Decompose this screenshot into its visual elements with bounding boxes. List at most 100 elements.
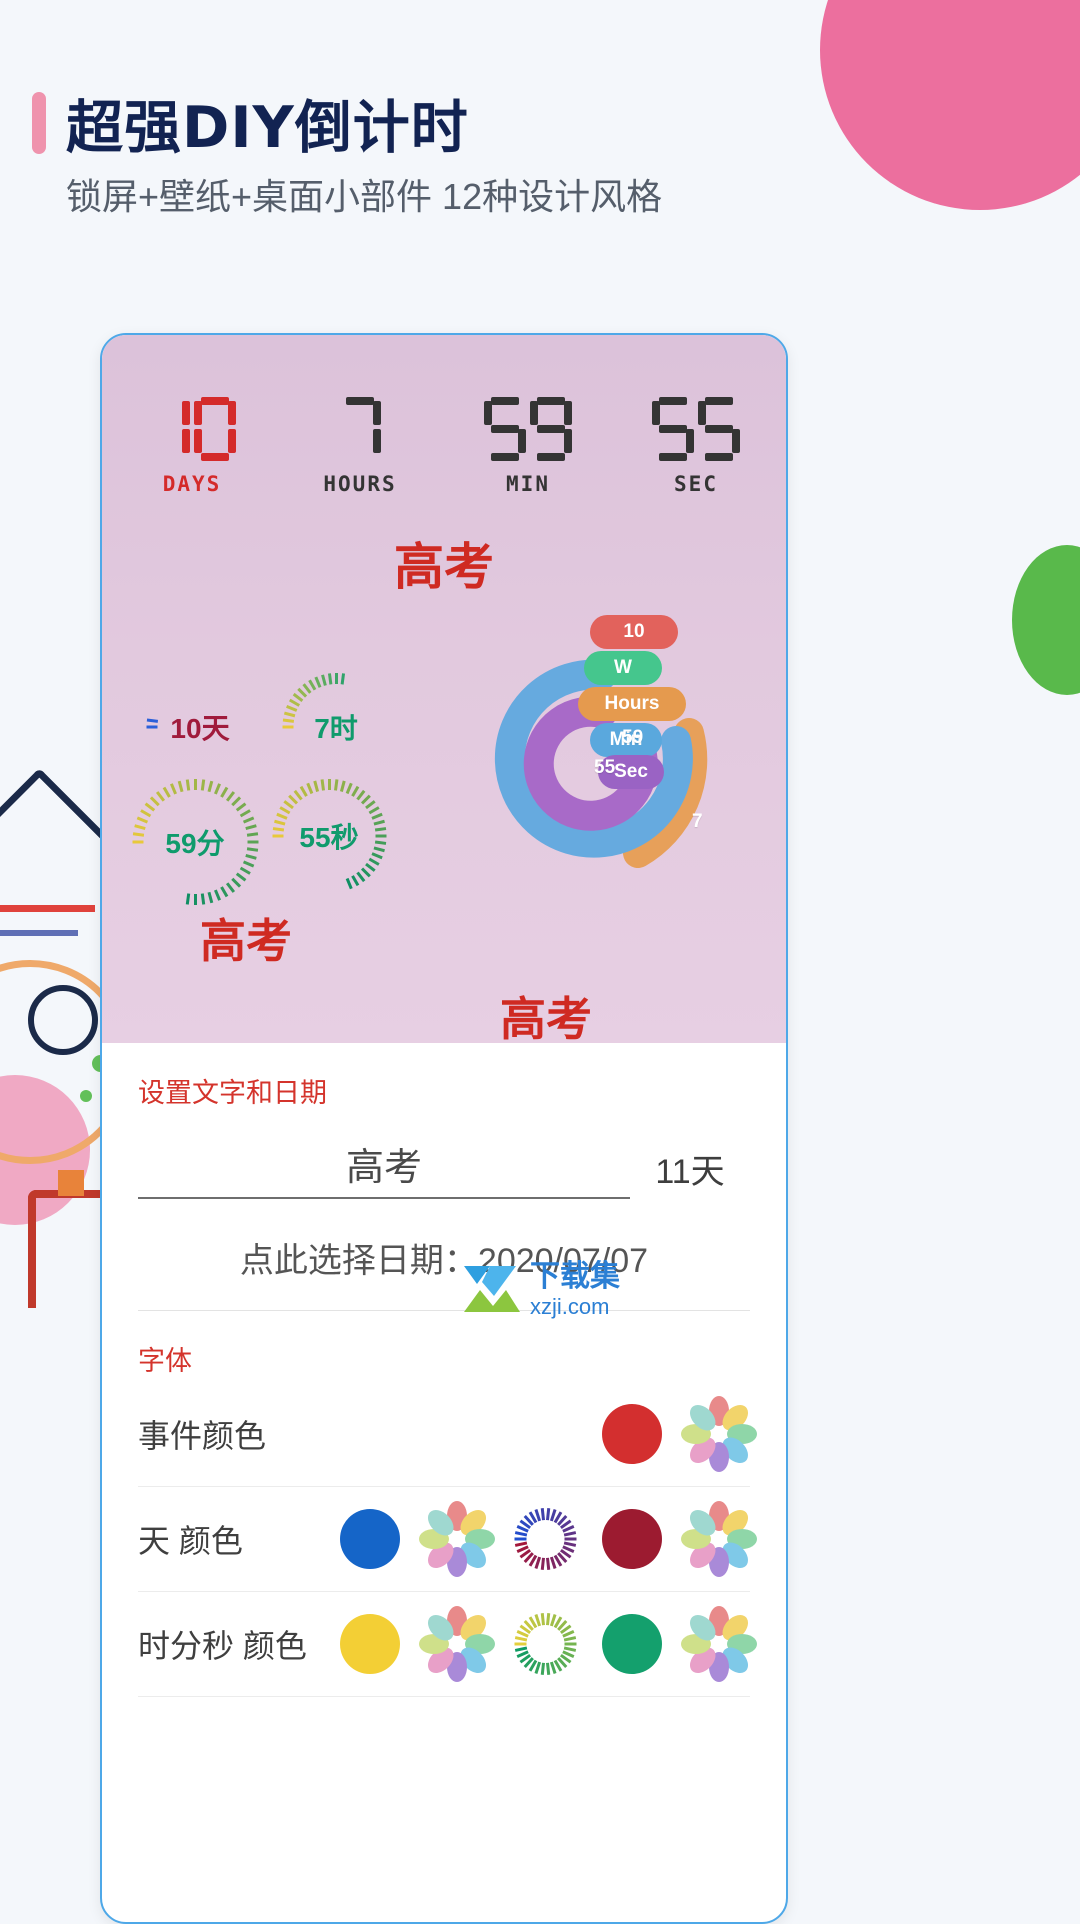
donut-pill-hours-label: Hours (578, 687, 686, 721)
ring-widget-days: 10天 (144, 671, 256, 783)
lcd-segment-f (484, 401, 492, 425)
ring-tick (345, 782, 353, 795)
lcd-digit (484, 397, 526, 461)
date-picker-row[interactable]: 点此选择日期：2020/07/07 (138, 1199, 750, 1310)
lcd-segment-c (518, 429, 526, 453)
lcd-segment-c (182, 429, 190, 453)
ring-tick (213, 889, 221, 901)
ring-tick (370, 852, 383, 860)
phone-screenshot-card: DAYS HOURS MIN SEC 高考 10天 7时 59分 55秒 高考 (100, 333, 788, 1924)
ring-label-sec: 55秒 (299, 822, 359, 853)
watermark-logo-icon (464, 1266, 520, 1312)
lcd-digit (339, 397, 381, 461)
ring-style-swatch[interactable] (514, 1508, 576, 1570)
color-swatch-group (340, 1501, 757, 1577)
watermark-cn: 下载集 (530, 1260, 620, 1293)
flower-palette-icon[interactable] (681, 1606, 757, 1682)
color-dot-swatch[interactable] (602, 1404, 662, 1464)
ring-tick (285, 704, 297, 712)
days-remaining-value: 11天 (655, 1153, 725, 1191)
lcd-segment-d (537, 453, 565, 461)
ring-tick (275, 812, 288, 820)
flower-palette-icon[interactable] (681, 1501, 757, 1577)
ring-tick (334, 673, 338, 684)
settings-sheet: 设置文字和日期 高考 11天 点此选择日期：2020/07/07 字体 事件颜色… (102, 1043, 786, 1697)
ring-tick (239, 809, 251, 818)
ring-tick (320, 779, 325, 791)
lcd-segment-f (698, 401, 706, 425)
ring-tick (370, 812, 383, 820)
ring-tick (282, 718, 294, 723)
watermark-text: 下载集 xzji.com (530, 1262, 620, 1318)
ring-widget-min: 59分 (130, 777, 260, 907)
flower-palette-icon[interactable] (419, 1606, 495, 1682)
ring-label-hours: 7时 (314, 713, 358, 744)
flower-center (451, 1533, 463, 1545)
lcd-segment-d (491, 453, 519, 461)
ring-swatch-tick (540, 1662, 545, 1675)
ring-tick (373, 846, 385, 853)
color-dot-swatch[interactable] (340, 1614, 400, 1674)
flower-palette-icon[interactable] (419, 1501, 495, 1577)
ring-tick (139, 809, 151, 818)
color-row-label: 天 颜色 (138, 1523, 243, 1559)
ring-tick (146, 718, 158, 723)
flower-palette-icon[interactable] (681, 1396, 757, 1472)
ring-tick (272, 827, 284, 832)
ring-widget-hours: 7时 (280, 671, 392, 783)
ring-swatch-tick (564, 1537, 576, 1541)
decor-line-blue (0, 930, 78, 936)
preview-event-title-top: 高考 (394, 537, 494, 596)
event-name-row: 高考 11天 (138, 1114, 750, 1199)
widget-preview-panel: DAYS HOURS MIN SEC 高考 10天 7时 59分 55秒 高考 (102, 335, 786, 1046)
headline-accent-bar (32, 92, 46, 154)
section-heading-font: 字体 (138, 1346, 192, 1376)
preview-event-title-bottom: 高考 (500, 992, 592, 1046)
lcd-segment-g (705, 425, 733, 433)
lcd-segment-f (194, 401, 202, 425)
lcd-digit (698, 397, 740, 461)
ring-tick (225, 791, 235, 802)
lcd-segment-b (373, 401, 381, 425)
ring-tick (185, 779, 190, 791)
lcd-unit-label-days: DAYS (162, 472, 222, 496)
lcd-column-days: DAYS (137, 397, 247, 496)
ring-tick (193, 779, 197, 790)
ring-tick (155, 791, 165, 802)
lcd-segment-d (705, 453, 733, 461)
ring-tick (132, 832, 144, 837)
ring-tick (136, 816, 148, 824)
color-row-label: 事件颜色 (138, 1418, 267, 1454)
lcd-digit (652, 397, 694, 461)
ring-swatch-tick (564, 1642, 576, 1646)
color-dot-swatch[interactable] (340, 1509, 400, 1569)
lcd-segment-a (705, 397, 733, 405)
ring-tick (144, 802, 155, 812)
ring-style-swatch[interactable] (514, 1613, 576, 1675)
color-dot-swatch[interactable] (602, 1509, 662, 1569)
lcd-segment-d (659, 453, 687, 461)
ring-tick (339, 780, 346, 792)
color-dot-swatch[interactable] (602, 1614, 662, 1674)
ring-tick (219, 786, 228, 798)
lcd-column-hours: HOURS (305, 397, 415, 496)
ring-tick (244, 854, 257, 860)
lcd-segment-a (491, 397, 519, 405)
donut-pill-days-label: W (584, 651, 662, 685)
lcd-segment-a (659, 397, 687, 405)
ring-tick (312, 780, 319, 792)
ring-swatch-tick (514, 1642, 526, 1646)
ring-tick (282, 725, 293, 729)
flower-center (713, 1638, 725, 1650)
ring-tick (278, 806, 290, 815)
ring-tick (225, 882, 235, 893)
decor-blob-pink-top-right (820, 0, 1080, 210)
lcd-value-days (148, 397, 236, 463)
color-swatch-group (340, 1606, 757, 1682)
event-name-input[interactable]: 高考 (138, 1136, 630, 1199)
ring-tick (213, 783, 221, 795)
ring-swatch-tick (545, 1508, 550, 1521)
lcd-digit (148, 397, 190, 461)
lcd-segment-c (373, 429, 381, 453)
ring-tick (340, 673, 345, 685)
